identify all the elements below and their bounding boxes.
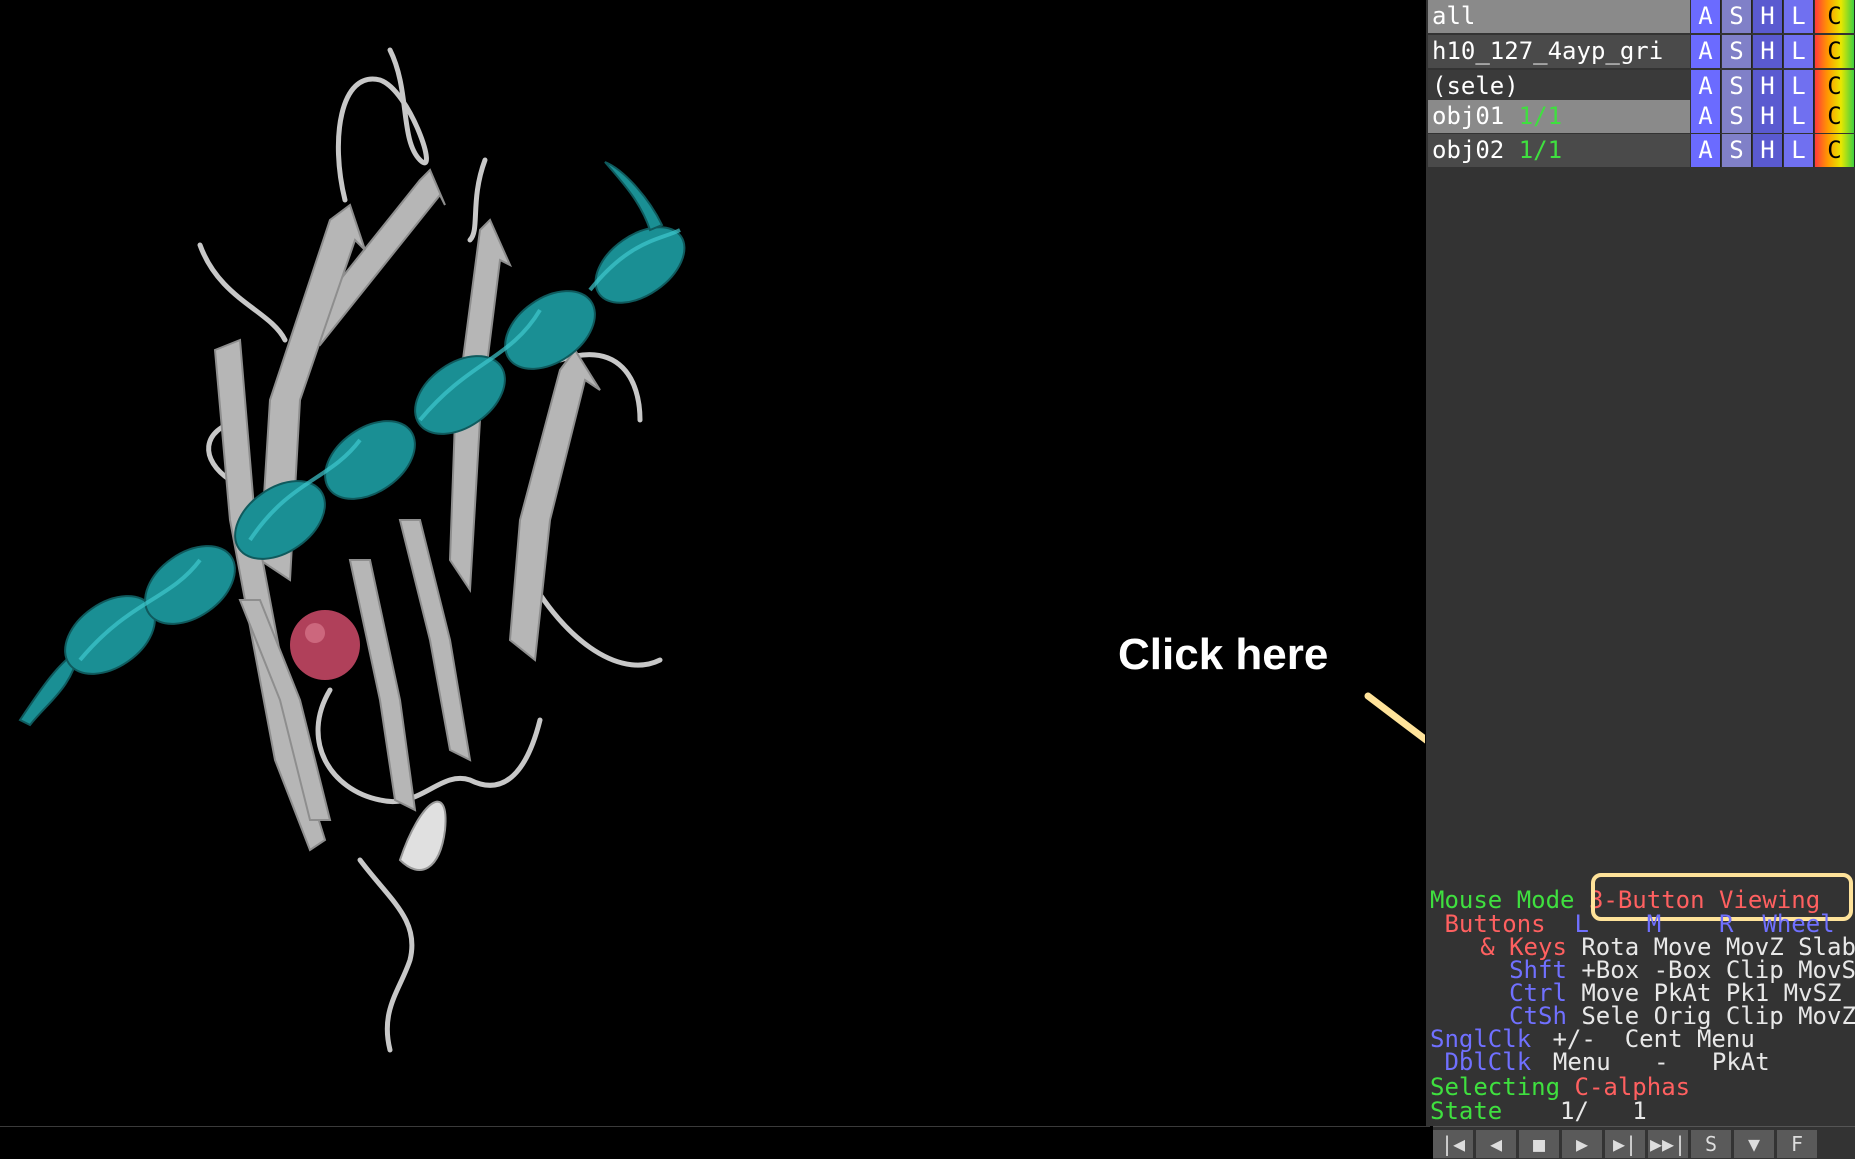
object-name[interactable]: obj02 1/1 [1428,134,1690,167]
state-value: 1/ 1 [1560,1097,1647,1125]
show-button[interactable]: S [1722,35,1752,68]
show-button[interactable]: S [1722,0,1752,33]
action-button[interactable]: A [1691,134,1721,167]
scene-button[interactable]: S [1691,1130,1732,1158]
molecular-viewport[interactable]: Click here [0,0,1425,1126]
object-name[interactable]: (sele) [1428,70,1690,103]
object-row-sele[interactable]: (sele) A S H L C [1428,70,1855,103]
object-row-obj02[interactable]: obj02 1/1 A S H L C [1428,134,1855,167]
fullscreen-button[interactable]: F [1777,1130,1818,1158]
label-button[interactable]: L [1784,100,1814,133]
hide-button[interactable]: H [1753,134,1783,167]
mouse-binding-row: DblClk Menu - PkAt [1430,1048,1770,1076]
color-button[interactable]: C [1815,100,1855,133]
hide-button[interactable]: H [1753,70,1783,103]
end-button[interactable]: ▶▶| [1648,1130,1689,1158]
show-button[interactable]: S [1722,100,1752,133]
annotation-label: Click here [1118,630,1329,679]
action-button[interactable]: A [1691,0,1721,33]
show-button[interactable]: S [1722,134,1752,167]
movie-menu-button[interactable]: ▼ [1734,1130,1775,1158]
binding-cell: PkAt [1711,1048,1770,1076]
object-row-all[interactable]: all A S H L C [1428,0,1855,33]
hide-button[interactable]: H [1753,100,1783,133]
show-button[interactable]: S [1722,70,1752,103]
label-button[interactable]: L [1784,70,1814,103]
hide-button[interactable]: H [1753,0,1783,33]
action-button[interactable]: A [1691,100,1721,133]
object-name[interactable]: obj01 1/1 [1428,100,1690,133]
step-forward-button[interactable]: ▶| [1605,1130,1646,1158]
binding-cell: - [1654,1048,1669,1076]
hide-button[interactable]: H [1753,35,1783,68]
stop-button[interactable]: ■ [1519,1130,1560,1158]
selecting-row[interactable]: Selecting C-alphas [1430,1075,1690,1099]
label-button[interactable]: L [1784,134,1814,167]
movie-controls: |◀ ◀ ■ ▶ ▶| ▶▶| S ▼ F [1433,1126,1855,1159]
object-name[interactable]: all [1428,0,1690,33]
label-button[interactable]: L [1784,0,1814,33]
play-button[interactable]: ▶ [1562,1130,1603,1158]
label-button[interactable]: L [1784,35,1814,68]
protein-structure [18,47,1425,1053]
binding-cell: MovZ [1798,1002,1855,1030]
color-button[interactable]: C [1815,35,1855,68]
object-row-obj01[interactable]: obj01 1/1 A S H L C [1428,100,1855,133]
binding-label: DblClk [1444,1048,1532,1076]
state-row: State 1/ 1 [1430,1099,1647,1123]
command-line[interactable] [0,1126,1430,1159]
action-button[interactable]: A [1691,35,1721,68]
color-button[interactable]: C [1815,134,1855,167]
binding-cell: Menu [1552,1048,1611,1076]
color-button[interactable]: C [1815,0,1855,33]
color-button[interactable]: C [1815,70,1855,103]
object-row-h10[interactable]: h10_127_4ayp_gri A S H L C [1428,35,1855,68]
rewind-button[interactable]: |◀ [1433,1130,1474,1158]
action-button[interactable]: A [1691,70,1721,103]
step-back-button[interactable]: ◀ [1476,1130,1517,1158]
state-label: State [1430,1097,1503,1125]
object-name[interactable]: h10_127_4ayp_gri [1428,35,1690,68]
